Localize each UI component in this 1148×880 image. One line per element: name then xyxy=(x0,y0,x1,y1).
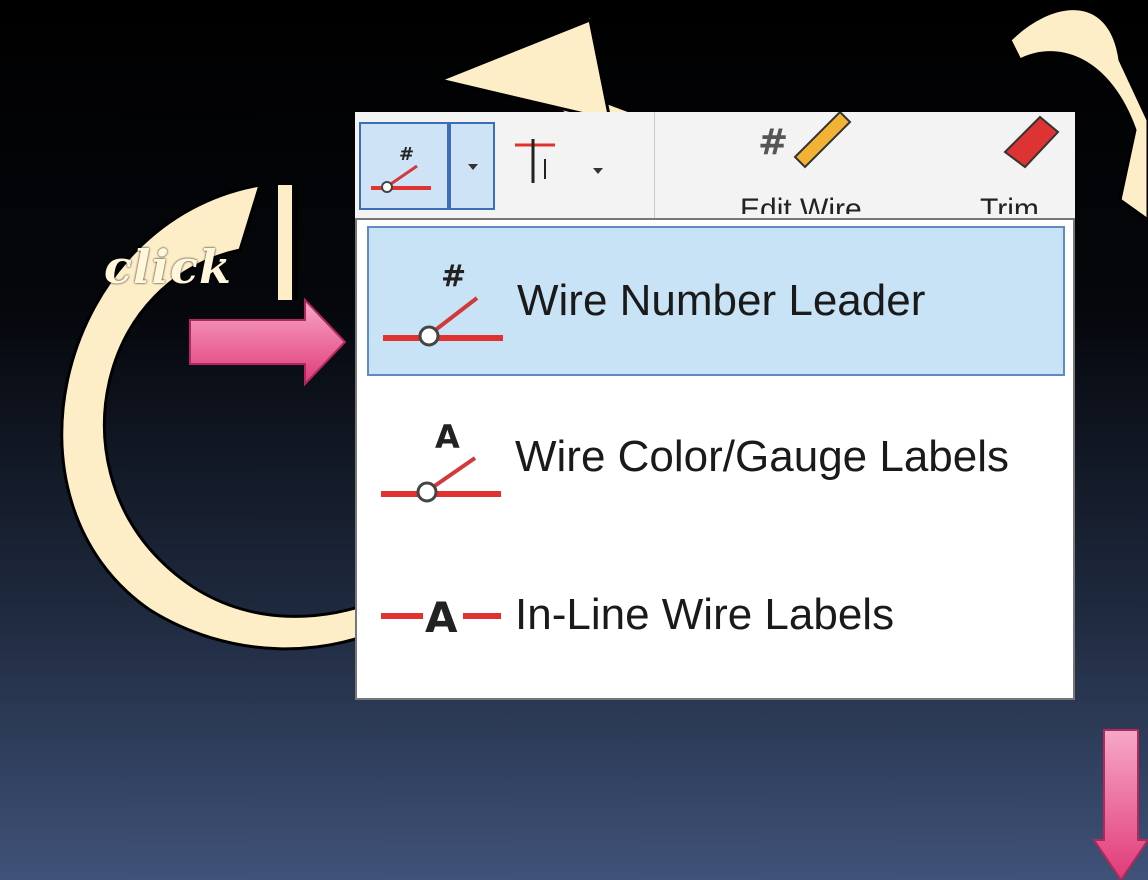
menu-item-label: Wire Number Leader xyxy=(517,276,926,325)
pointer-arrow-shape xyxy=(189,297,347,387)
menu-item-wire-color-gauge-labels[interactable]: A Wire Color/Gauge Labels xyxy=(367,382,1065,532)
trim-icon xyxy=(1003,115,1060,169)
click-annotation: click xyxy=(104,240,232,294)
ribbon-separator xyxy=(654,112,655,222)
menu-item-label: Wire Color/Gauge Labels xyxy=(515,432,1010,481)
svg-text:A: A xyxy=(425,593,458,642)
svg-text:#: # xyxy=(399,144,414,165)
wire-number-dropdown-menu: # Wire Number Leader A Wire Color/Gauge … xyxy=(355,218,1075,700)
wire-color-gauge-icon: A xyxy=(367,382,515,532)
menu-item-in-line-wire-labels[interactable]: A In-Line Wire Labels xyxy=(367,540,1065,690)
wire-number-leader-icon: # xyxy=(371,144,431,193)
svg-text:#: # xyxy=(441,259,466,294)
chevron-down-icon xyxy=(468,164,478,170)
wire-break-icon xyxy=(515,139,555,183)
menu-item-wire-number-leader[interactable]: # Wire Number Leader xyxy=(367,226,1065,376)
hash-icon: # xyxy=(758,122,788,163)
ribbon-icons: # xyxy=(758,112,1060,169)
wire-number-leader-icon: # xyxy=(369,226,517,376)
ribbon-tool-button[interactable] xyxy=(505,135,615,205)
inline-wire-labels-icon: A xyxy=(367,540,515,690)
chevron-down-icon xyxy=(593,168,603,174)
trim-button-label[interactable]: Trim xyxy=(980,190,1039,214)
pencil-icon xyxy=(793,112,852,169)
menu-item-label: In-Line Wire Labels xyxy=(515,590,895,639)
edit-wire-button-label[interactable]: Edit Wire xyxy=(740,190,862,214)
down-arrow-shape xyxy=(1092,729,1148,880)
split-button-dropdown[interactable] xyxy=(449,122,495,210)
wire-number-split-button[interactable]: # xyxy=(359,122,449,210)
svg-text:A: A xyxy=(435,418,460,456)
